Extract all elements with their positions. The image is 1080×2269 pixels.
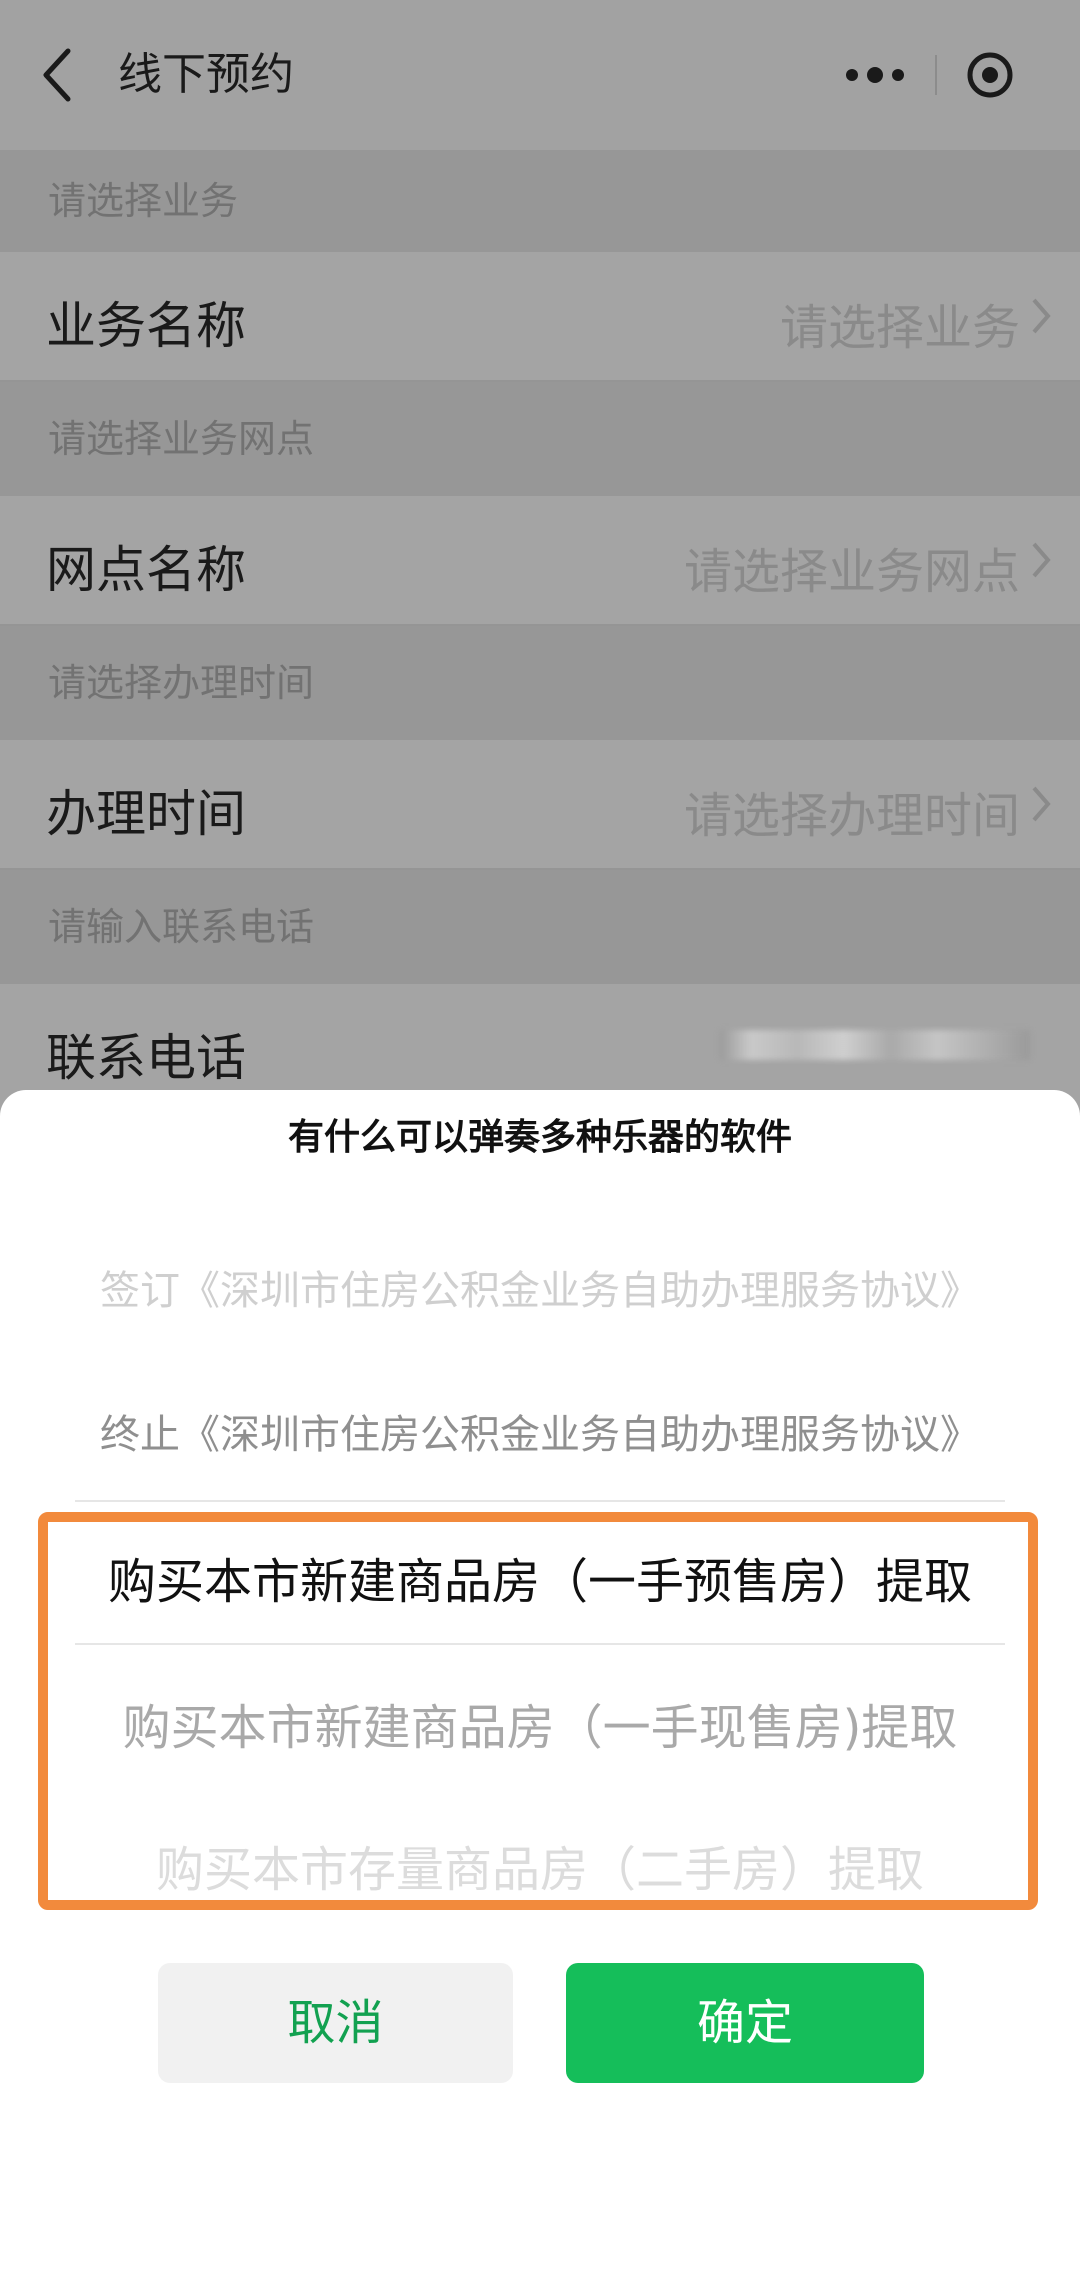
capsule-divider [935, 55, 937, 95]
section-hint-phone: 请输入联系电话 [0, 870, 1080, 984]
row-value: 请选择业务网点 [683, 544, 1020, 600]
row-value: 请选择办理时间 [683, 788, 1020, 844]
close-mini-program-icon[interactable] [965, 50, 1015, 100]
row-label: 办理时间 [46, 785, 246, 843]
row-label: 业务名称 [46, 297, 246, 355]
chevron-right-icon [1032, 786, 1051, 822]
confirm-button[interactable]: 确定 [566, 1963, 924, 2083]
page-title: 线下预约 [118, 49, 294, 100]
row-label: 联系电话 [46, 1029, 246, 1087]
mini-program-capsule [800, 30, 1070, 120]
annotation-highlight-box [38, 1512, 1038, 1910]
section-hint-outlet: 请选择业务网点 [0, 382, 1080, 496]
redacted-phone-number [720, 1030, 1030, 1060]
picker-option[interactable]: 签订《深圳市住房公积金业务自助办理服务协议》 [70, 1258, 1010, 1316]
more-icon[interactable] [830, 55, 920, 95]
row-outlet-name[interactable]: 网点名称 请选择业务网点 [0, 496, 1080, 624]
picker-option[interactable]: 终止《深圳市住房公积金业务自助办理服务协议》 [70, 1402, 1010, 1460]
chevron-right-icon [1032, 542, 1051, 578]
bottom-sheet-picker: 有什么可以弹奏多种乐器的软件 签订《深圳市住房公积金业务自助办理服务协议》 终止… [0, 1090, 1080, 2269]
sheet-title: 有什么可以弹奏多种乐器的软件 [287, 1117, 792, 1158]
cancel-button[interactable]: 取消 [158, 1963, 513, 2083]
chevron-right-icon [1032, 298, 1051, 334]
row-business-name[interactable]: 业务名称 请选择业务 [0, 252, 1080, 380]
row-value: 请选择业务 [779, 300, 1020, 356]
section-hint-business: 请选择业务 [0, 150, 1080, 252]
navigation-bar: 线下预约 [0, 0, 1080, 150]
picker-selection-line-top [75, 1500, 1005, 1502]
row-handle-time[interactable]: 办理时间 请选择办理时间 [0, 740, 1080, 868]
row-label: 网点名称 [46, 541, 246, 599]
back-icon[interactable] [38, 45, 78, 105]
section-hint-time: 请选择办理时间 [0, 626, 1080, 740]
